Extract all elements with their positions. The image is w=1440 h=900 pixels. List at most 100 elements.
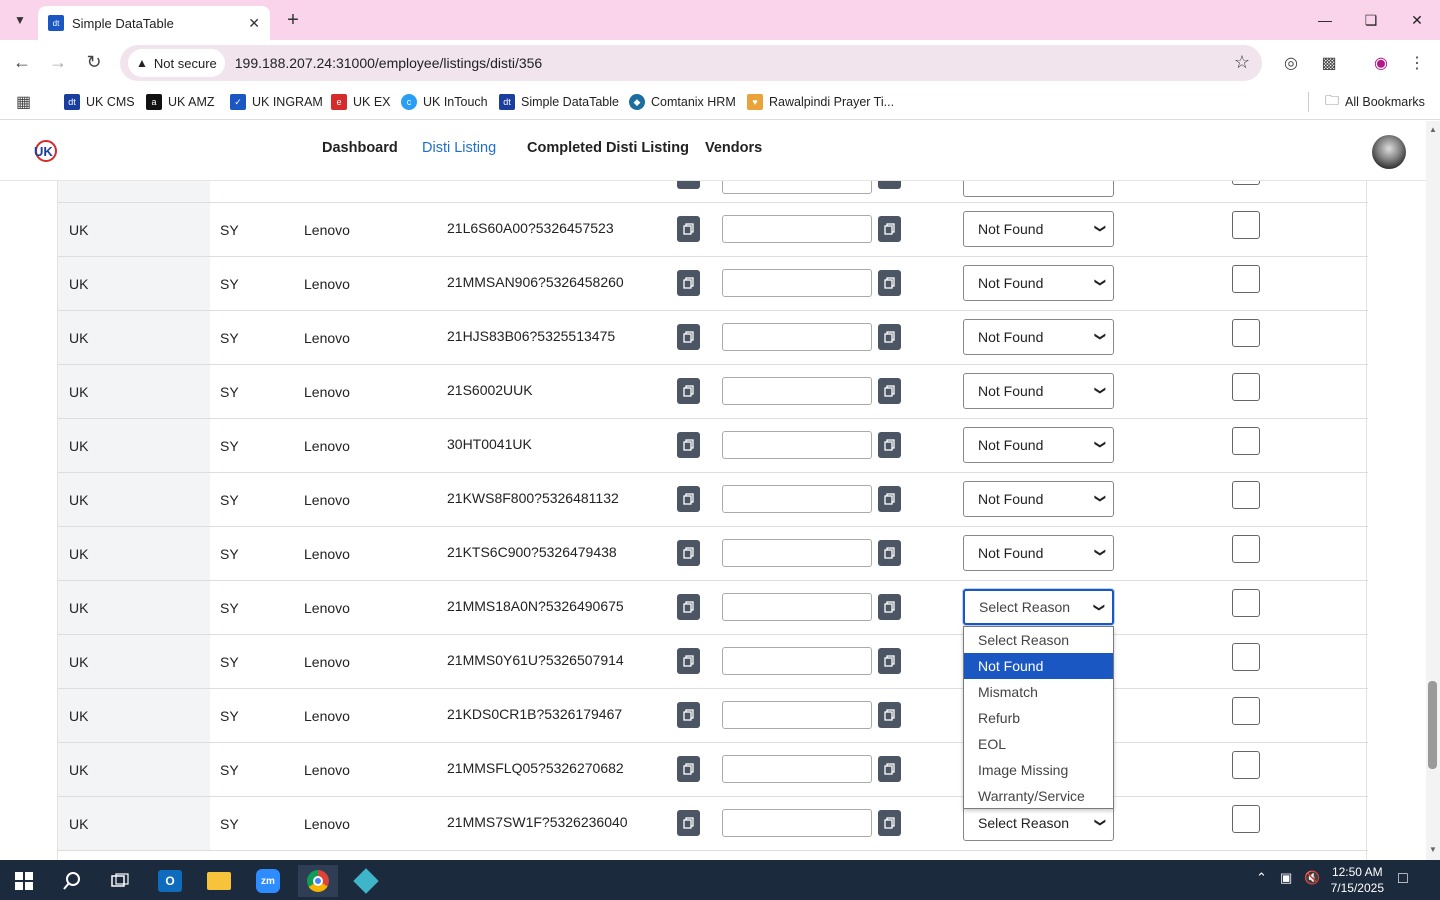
scrollbar-thumb[interactable] [1428, 681, 1437, 769]
reason-select[interactable]: Select Reason ❯ [963, 589, 1114, 625]
bookmark-rawalpindi-prayer[interactable]: ♥ Rawalpindi Prayer Ti... [747, 92, 894, 112]
copy-sku-button[interactable] [677, 756, 700, 782]
scroll-down-icon[interactable]: ▼ [1428, 845, 1438, 855]
apps-grid-icon[interactable]: ▦ [16, 92, 31, 112]
dropdown-option[interactable]: Warranty/Service [964, 783, 1113, 809]
row-checkbox[interactable] [1232, 181, 1260, 185]
notifications-icon[interactable]: □ [1398, 870, 1408, 888]
translate-globe-icon[interactable]: ◎ [1280, 52, 1302, 74]
nav-vendors[interactable]: Vendors [705, 140, 762, 156]
copy-input-button[interactable] [878, 378, 901, 404]
listing-input[interactable] [722, 269, 872, 297]
bookmark-uk-intouch[interactable]: c UK InTouch [401, 92, 488, 112]
row-checkbox[interactable] [1232, 319, 1260, 347]
listing-input[interactable] [722, 485, 872, 513]
copy-sku-button[interactable] [677, 486, 700, 512]
extensions-puzzle-icon[interactable]: ▩ [1318, 52, 1340, 74]
reason-select[interactable]: Not Found ❯ [963, 265, 1114, 301]
volume-muted-icon[interactable]: 🔇 [1304, 870, 1320, 886]
row-checkbox[interactable] [1232, 805, 1260, 833]
security-indicator[interactable]: ▲ Not secure [128, 49, 225, 77]
copy-sku-button[interactable] [677, 594, 700, 620]
bookmark-uk-ingram[interactable]: ✓ UK INGRAM [230, 92, 323, 112]
dropdown-option[interactable]: Image Missing [964, 757, 1113, 783]
copy-sku-button[interactable] [677, 216, 700, 242]
minimize-window-button[interactable]: — [1310, 8, 1340, 32]
app-diamond-icon[interactable] [346, 865, 386, 897]
page-scrollbar[interactable]: ▲ ▼ [1426, 121, 1440, 860]
copy-input-button[interactable] [878, 432, 901, 458]
zoom-icon[interactable]: zm [248, 865, 288, 897]
row-checkbox[interactable] [1232, 643, 1260, 671]
row-checkbox[interactable] [1232, 697, 1260, 725]
copy-sku-button[interactable] [677, 432, 700, 458]
address-bar[interactable]: ▲ Not secure 199.188.207.24:31000/employ… [120, 45, 1262, 81]
scroll-up-icon[interactable]: ▲ [1428, 125, 1438, 135]
new-tab-button[interactable]: + [282, 8, 304, 32]
nav-disti-listing[interactable]: Disti Listing [422, 140, 496, 156]
listing-input[interactable] [722, 647, 872, 675]
row-checkbox[interactable] [1232, 751, 1260, 779]
browser-menu-icon[interactable]: ⋮ [1406, 52, 1428, 74]
copy-input-button[interactable] [878, 702, 901, 728]
bookmark-uk-amz[interactable]: a UK AMZ [146, 92, 215, 112]
listing-input[interactable] [722, 809, 872, 837]
listing-input[interactable] [722, 431, 872, 459]
copy-sku-button[interactable] [677, 378, 700, 404]
reason-select[interactable] [963, 181, 1114, 197]
search-icon[interactable] [52, 865, 92, 897]
dropdown-option[interactable]: Refurb [964, 705, 1113, 731]
forward-button[interactable]: → [46, 50, 70, 74]
reason-select[interactable]: Not Found ❯ [963, 427, 1114, 463]
reason-select[interactable]: Not Found ❯ [963, 319, 1114, 355]
uk-logo-icon[interactable]: UK [32, 137, 58, 163]
url-text[interactable]: 199.188.207.24:31000/employee/listings/d… [235, 55, 542, 71]
bookmark-uk-cms[interactable]: dt UK CMS [64, 92, 135, 112]
bookmark-uk-ex[interactable]: e UK EX [331, 92, 391, 112]
listing-input[interactable] [722, 181, 872, 194]
taskbar-clock[interactable]: 12:50 AM 7/15/2025 [1331, 864, 1384, 896]
all-bookmarks-button[interactable]: 🗀 All Bookmarks [1325, 92, 1425, 112]
listing-input[interactable] [722, 323, 872, 351]
restore-window-button[interactable]: ❏ [1356, 8, 1386, 32]
listing-input[interactable] [722, 755, 872, 783]
copy-input-button[interactable] [878, 216, 901, 242]
row-checkbox[interactable] [1232, 427, 1260, 455]
close-tab-icon[interactable]: ✕ [248, 15, 260, 32]
network-icon[interactable]: ▣ [1280, 870, 1292, 886]
listing-input[interactable] [722, 701, 872, 729]
avatar[interactable] [1372, 135, 1406, 169]
bookmark-star-icon[interactable]: ☆ [1234, 52, 1250, 73]
reason-select[interactable]: Not Found ❯ [963, 535, 1114, 571]
reason-select[interactable]: Select Reason ❯ [963, 805, 1114, 841]
chrome-icon[interactable] [298, 865, 338, 897]
copy-sku-button[interactable] [677, 181, 700, 189]
row-checkbox[interactable] [1232, 265, 1260, 293]
nav-dashboard[interactable]: Dashboard [322, 140, 398, 156]
listing-input[interactable] [722, 539, 872, 567]
dropdown-option[interactable]: Mismatch [964, 679, 1113, 705]
back-button[interactable]: ← [10, 50, 34, 74]
dropdown-option[interactable]: Select Reason [964, 627, 1113, 653]
copy-input-button[interactable] [878, 486, 901, 512]
copy-input-button[interactable] [878, 648, 901, 674]
file-explorer-icon[interactable] [199, 865, 239, 897]
copy-input-button[interactable] [878, 756, 901, 782]
copy-input-button[interactable] [878, 181, 901, 189]
profile-icon[interactable]: ◉ [1370, 52, 1392, 74]
listing-input[interactable] [722, 215, 872, 243]
row-checkbox[interactable] [1232, 481, 1260, 509]
close-window-button[interactable]: ✕ [1402, 8, 1432, 32]
row-checkbox[interactable] [1232, 373, 1260, 401]
reason-select[interactable]: Not Found ❯ [963, 211, 1114, 247]
copy-input-button[interactable] [878, 324, 901, 350]
copy-input-button[interactable] [878, 270, 901, 296]
row-checkbox[interactable] [1232, 589, 1260, 617]
tray-chevron-up-icon[interactable]: ⌃ [1256, 870, 1267, 886]
copy-sku-button[interactable] [677, 270, 700, 296]
row-checkbox[interactable] [1232, 535, 1260, 563]
copy-sku-button[interactable] [677, 648, 700, 674]
browser-tab[interactable]: dt Simple DataTable ✕ [38, 6, 270, 40]
task-view-icon[interactable] [100, 865, 140, 897]
reason-select[interactable]: Not Found ❯ [963, 481, 1114, 517]
